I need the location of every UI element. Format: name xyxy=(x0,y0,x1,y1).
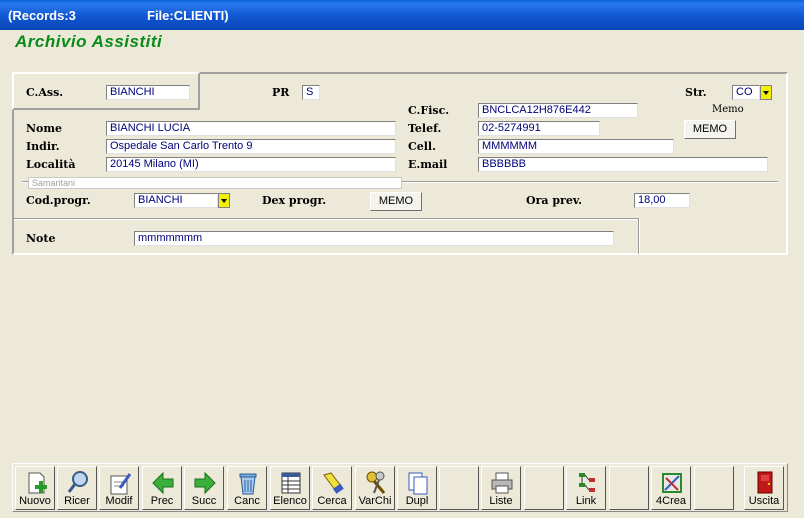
nuovo-button[interactable]: Nuovo xyxy=(15,466,55,510)
new-document-icon xyxy=(28,472,47,494)
varchi-button[interactable]: VarChi xyxy=(355,466,395,510)
telef-label: Telef. xyxy=(408,122,442,135)
localita-field[interactable]: 20145 Milano (MI) xyxy=(106,157,396,172)
note-separator xyxy=(14,218,640,220)
nome-label: Nome xyxy=(26,122,63,135)
samaritani-field[interactable]: Samaritani xyxy=(28,177,402,189)
canc-button[interactable]: Canc xyxy=(227,466,267,510)
keys-icon xyxy=(366,471,386,494)
email-field[interactable]: BBBBBB xyxy=(478,157,768,172)
empty-button-2[interactable] xyxy=(524,466,564,510)
localita-label: Località xyxy=(26,158,76,171)
drawing-tools-icon xyxy=(662,473,682,493)
uscita-button[interactable]: Uscita xyxy=(744,466,784,510)
note-label: Note xyxy=(26,232,56,245)
cell-label: Cell. xyxy=(408,140,436,153)
pr-field[interactable]: S xyxy=(302,85,320,100)
telef-field[interactable]: 02-5274991 xyxy=(478,121,600,136)
file-name: File:CLIENTI) xyxy=(147,8,229,23)
codprogr-field[interactable]: BIANCHI xyxy=(134,193,218,208)
empty-button-1[interactable] xyxy=(439,466,479,510)
flashlight-icon xyxy=(323,472,344,494)
oraprev-label: Ora prev. xyxy=(526,194,582,207)
liste-button[interactable]: Liste xyxy=(481,466,521,510)
memo-label: Memo xyxy=(712,104,744,115)
exit-door-icon xyxy=(757,471,773,494)
memo-button[interactable]: MEMO xyxy=(684,120,736,139)
cerca-button[interactable]: Cerca xyxy=(312,466,352,510)
app-title: Archivio Assistiti xyxy=(15,32,163,51)
cfisc-field[interactable]: BNCLCA12H876E442 xyxy=(478,103,638,118)
str-field[interactable]: CO xyxy=(732,85,760,100)
printer-icon xyxy=(491,472,513,494)
dexprogr-label: Dex progr. xyxy=(262,194,327,207)
cass-field[interactable]: BIANCHI xyxy=(106,85,190,100)
dexprogr-memo-button[interactable]: MEMO xyxy=(370,192,422,211)
arrow-left-icon xyxy=(152,471,174,495)
codprogr-dropdown-button[interactable] xyxy=(218,193,230,208)
cass-label: C.Ass. xyxy=(26,86,64,99)
empty-button-3[interactable] xyxy=(609,466,649,510)
cell-field[interactable]: MMMMMM xyxy=(478,139,674,154)
email-label: E.mail xyxy=(408,158,448,171)
arrow-right-icon xyxy=(194,471,216,495)
indir-field[interactable]: Ospedale San Carlo Trento 9 xyxy=(106,139,396,154)
window-title-bar: (Records:3 File:CLIENTI) xyxy=(0,0,804,30)
duplicate-icon xyxy=(408,472,428,495)
succ-button[interactable]: Succ xyxy=(184,466,224,510)
4crea-button[interactable]: 4Crea xyxy=(651,466,691,510)
records-count: (Records:3 xyxy=(8,8,76,23)
prec-button[interactable]: Prec xyxy=(142,466,182,510)
elenco-button[interactable]: Elenco xyxy=(270,466,310,510)
edit-document-icon xyxy=(110,473,132,495)
empty-button-4[interactable] xyxy=(694,466,734,510)
cfisc-label: C.Fisc. xyxy=(408,104,450,117)
note-field[interactable]: mmmmmmm xyxy=(134,231,614,246)
codprogr-label: Cod.progr. xyxy=(26,194,91,207)
indir-label: Indir. xyxy=(26,140,60,153)
list-icon xyxy=(281,472,301,494)
section-separator xyxy=(402,181,778,183)
str-dropdown-button[interactable] xyxy=(760,85,772,100)
pr-label: PR xyxy=(272,86,290,99)
modif-button[interactable]: Modif xyxy=(99,466,139,510)
note-right-divider xyxy=(638,218,640,254)
network-icon xyxy=(579,473,595,492)
ricer-button[interactable]: Ricer xyxy=(57,466,97,510)
trash-icon xyxy=(239,473,257,495)
link-button[interactable]: Link xyxy=(566,466,606,510)
dupl-button[interactable]: Dupl xyxy=(397,466,437,510)
str-label: Str. xyxy=(685,86,707,99)
nome-field[interactable]: BIANCHI LUCIA xyxy=(106,121,396,136)
magnifier-icon xyxy=(67,471,88,493)
oraprev-field[interactable]: 18,00 xyxy=(634,193,690,208)
